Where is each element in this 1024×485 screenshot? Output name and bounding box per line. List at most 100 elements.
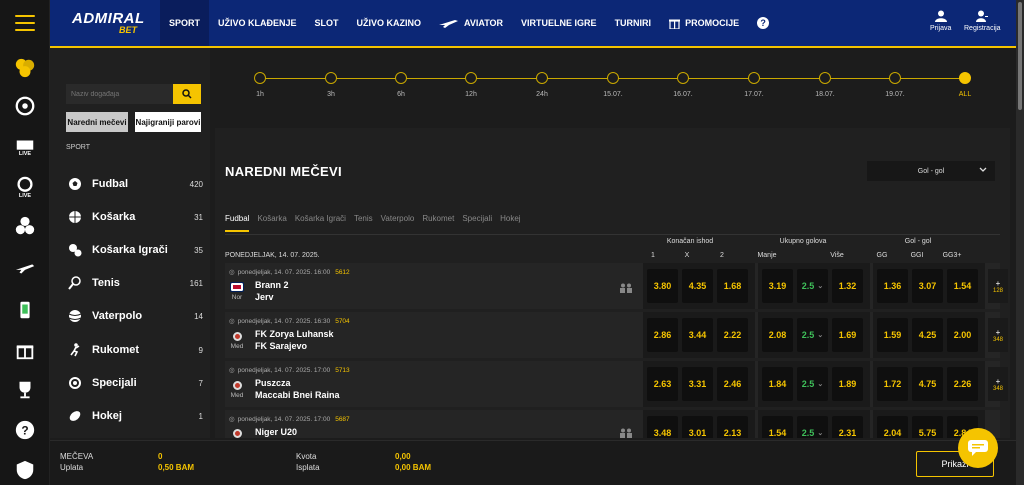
market-select[interactable]: Gol - gol <box>867 161 995 181</box>
more-markets-button[interactable]: +128 <box>988 269 1008 303</box>
tab-specials[interactable]: Specijali <box>462 214 492 232</box>
odd-gg[interactable]: 1.36 <box>877 269 908 303</box>
odd-1[interactable]: 3.48 <box>647 416 678 438</box>
stats-icon[interactable] <box>620 283 632 295</box>
stats-icon[interactable] <box>620 428 632 438</box>
odd-ggi[interactable]: 4.25 <box>912 318 943 352</box>
next-matches-pill[interactable]: Naredni mečevi <box>66 112 128 132</box>
shield-icon[interactable] <box>13 458 37 482</box>
timeline-point[interactable] <box>889 72 901 84</box>
chat-button[interactable] <box>958 428 998 468</box>
odd-2[interactable]: 2.13 <box>717 416 748 438</box>
odd-ggi[interactable]: 5.75 <box>912 416 943 438</box>
help-icon[interactable]: ? <box>13 418 37 442</box>
odd-x[interactable]: 4.35 <box>682 269 713 303</box>
sidebar-item-waterpolo[interactable]: Vaterpolo 14 <box>68 306 203 326</box>
odd-x[interactable]: 3.01 <box>682 416 713 438</box>
search-button[interactable] <box>173 84 201 104</box>
nav-live-casino[interactable]: UŽIVO KAZINO <box>348 0 431 46</box>
sidebar-item-specials[interactable]: Specijali 7 <box>68 373 203 393</box>
gift-icon[interactable] <box>13 338 37 362</box>
goal-line-select[interactable]: 2.5 ⌄ <box>797 318 828 352</box>
odd-x[interactable]: 3.31 <box>682 367 713 401</box>
odd-gg3[interactable]: 2.26 <box>947 367 978 401</box>
most-played-pill[interactable]: Najigraniji parovi <box>135 112 201 132</box>
search-input[interactable] <box>66 84 173 104</box>
match-row[interactable]: ◎ ponedjeljak, 14. 07. 2025. 17:00 5687 … <box>225 410 1000 438</box>
admiral-bet-logo[interactable]: ADMIRAL BET <box>72 11 147 36</box>
sidebar-item-basketball[interactable]: Košarka 31 <box>68 207 203 227</box>
goal-line-select[interactable]: 2.5 ⌄ <box>797 416 828 438</box>
sidebar-item-tennis[interactable]: Tenis 161 <box>68 273 203 293</box>
login-button[interactable]: Prijava <box>930 10 951 32</box>
timeline-point[interactable] <box>536 72 548 84</box>
nav-aviator[interactable]: AVIATOR <box>430 0 512 46</box>
plane-icon[interactable] <box>13 256 37 280</box>
odd-2[interactable]: 1.68 <box>717 269 748 303</box>
odd-gg3[interactable]: 2.00 <box>947 318 978 352</box>
mobile-icon[interactable] <box>13 298 37 322</box>
roulette-icon[interactable] <box>13 94 37 118</box>
odd-1[interactable]: 3.80 <box>647 269 678 303</box>
odd-under[interactable]: 1.84 <box>762 367 793 401</box>
timeline-point[interactable] <box>677 72 689 84</box>
timeline-point-selected[interactable] <box>959 72 971 84</box>
register-button[interactable]: Registracija <box>964 10 1001 32</box>
odd-over[interactable]: 1.89 <box>832 367 863 401</box>
odd-gg[interactable]: 2.04 <box>877 416 908 438</box>
odd-over[interactable]: 2.31 <box>832 416 863 438</box>
odd-over[interactable]: 1.69 <box>832 318 863 352</box>
odd-2[interactable]: 2.22 <box>717 318 748 352</box>
match-row[interactable]: ◎ ponedjeljak, 14. 07. 2025. 16:00 5612 … <box>225 263 1008 309</box>
live-tv-icon[interactable]: LIVE <box>13 134 37 158</box>
tab-hockey[interactable]: Hokej <box>500 214 520 232</box>
casino-chips-icon[interactable] <box>13 56 37 80</box>
nav-slot[interactable]: SLOT <box>306 0 348 46</box>
balls-icon[interactable] <box>13 214 37 238</box>
page-scrollbar[interactable] <box>1016 0 1024 485</box>
timeline-point[interactable] <box>395 72 407 84</box>
sidebar-item-hockey[interactable]: Hokej 1 <box>68 406 203 426</box>
timeline-point[interactable] <box>325 72 337 84</box>
timeline-point[interactable] <box>465 72 477 84</box>
nav-help[interactable]: ? <box>748 0 778 46</box>
odd-gg3[interactable]: 1.54 <box>947 269 978 303</box>
more-markets-button[interactable]: +348 <box>988 367 1008 401</box>
odd-x[interactable]: 3.44 <box>682 318 713 352</box>
odd-under[interactable]: 1.54 <box>762 416 793 438</box>
tab-tennis[interactable]: Tenis <box>354 214 373 232</box>
live-casino-icon[interactable]: LIVE <box>13 175 37 199</box>
odd-under[interactable]: 3.19 <box>762 269 793 303</box>
scrollbar-thumb[interactable] <box>1018 2 1022 110</box>
nav-tournaments[interactable]: TURNIRI <box>606 0 661 46</box>
more-markets-button[interactable]: +348 <box>988 318 1008 352</box>
tab-basketball[interactable]: Košarka <box>257 214 286 232</box>
match-row[interactable]: ◎ ponedjeljak, 14. 07. 2025. 17:00 5713 … <box>225 361 1008 407</box>
goal-line-select[interactable]: 2.5 ⌄ <box>797 367 828 401</box>
sidebar-item-football[interactable]: Fudbal 420 <box>68 174 203 194</box>
nav-promotions[interactable]: PROMOCIJE <box>660 0 748 46</box>
tab-football[interactable]: Fudbal <box>225 214 250 232</box>
odd-1[interactable]: 2.63 <box>647 367 678 401</box>
timeline-point[interactable] <box>254 72 266 84</box>
odd-1[interactable]: 2.86 <box>647 318 678 352</box>
nav-live-betting[interactable]: UŽIVO KLAĐENJE <box>209 0 306 46</box>
odd-under[interactable]: 2.08 <box>762 318 793 352</box>
trophy-icon[interactable] <box>13 378 37 402</box>
match-row[interactable]: ◎ ponedjeljak, 14. 07. 2025. 16:30 5704 … <box>225 312 1008 358</box>
odd-gg[interactable]: 1.72 <box>877 367 908 401</box>
goal-line-select[interactable]: 2.5 ⌄ <box>797 269 828 303</box>
odd-over[interactable]: 1.32 <box>832 269 863 303</box>
odd-2[interactable]: 2.46 <box>717 367 748 401</box>
nav-virtual-games[interactable]: VIRTUELNE IGRE <box>512 0 606 46</box>
timeline-point[interactable] <box>819 72 831 84</box>
odd-ggi[interactable]: 4.75 <box>912 367 943 401</box>
timeline-point[interactable] <box>748 72 760 84</box>
sidebar-item-basketball-players[interactable]: Košarka Igrači 35 <box>68 240 203 260</box>
tab-handball[interactable]: Rukomet <box>422 214 454 232</box>
timeline-point[interactable] <box>607 72 619 84</box>
tab-waterpolo[interactable]: Vaterpolo <box>381 214 415 232</box>
menu-icon[interactable] <box>15 15 35 31</box>
odd-ggi[interactable]: 3.07 <box>912 269 943 303</box>
nav-sport[interactable]: SPORT <box>160 0 210 46</box>
